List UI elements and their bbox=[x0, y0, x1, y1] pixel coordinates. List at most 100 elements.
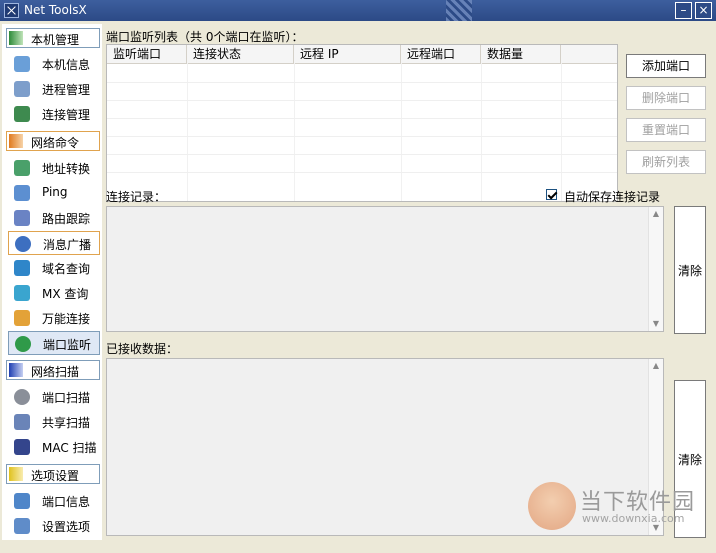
watermark: 当下软件园 www.downxia.com bbox=[528, 482, 698, 532]
app-icon bbox=[4, 3, 19, 18]
sidebar-item-label: 连接管理 bbox=[42, 108, 91, 122]
sidebar-item-mac-scan[interactable]: MAC 扫描 bbox=[8, 435, 100, 459]
reset-port-button[interactable]: 重置端口 bbox=[626, 118, 706, 142]
port-listener-panel: 端口监听列表（共 0个端口在监听）： 监听端口 连接状态 远程 IP 远程端口 … bbox=[104, 24, 714, 540]
add-port-button[interactable]: 添加端口 bbox=[626, 54, 706, 78]
table-header: 监听端口 连接状态 远程 IP 远程端口 数据量 bbox=[107, 45, 617, 64]
section-label: 选项设置 bbox=[31, 469, 80, 483]
connection-log-textarea[interactable]: ▲ ▼ bbox=[106, 206, 664, 332]
sidebar-item-share-scan[interactable]: 共享扫描 bbox=[8, 410, 100, 434]
listen-icon bbox=[15, 336, 31, 352]
section-bar bbox=[9, 467, 23, 481]
sidebar-item-label: 地址转换 bbox=[42, 162, 91, 176]
sidebar-item-settings[interactable]: 设置选项 bbox=[8, 514, 100, 538]
broadcast-icon bbox=[15, 236, 31, 252]
sidebar-item-label: 端口监听 bbox=[43, 338, 92, 352]
watermark-url: www.downxia.com bbox=[582, 512, 685, 525]
sidebar-item-label: 本机信息 bbox=[42, 58, 91, 72]
sidebar-item-connect[interactable]: 万能连接 bbox=[8, 306, 100, 330]
section-label: 本机管理 bbox=[31, 33, 80, 47]
sidebar-item-connections[interactable]: 连接管理 bbox=[8, 102, 100, 126]
sidebar-item-mx[interactable]: MX 查询 bbox=[8, 281, 100, 305]
sidebar-item-route[interactable]: 路由跟踪 bbox=[8, 206, 100, 230]
share-icon bbox=[14, 414, 30, 430]
sidebar-item-process[interactable]: 进程管理 bbox=[8, 77, 100, 101]
column-divider bbox=[294, 63, 295, 201]
sidebar-item-label: 消息广播 bbox=[43, 238, 92, 252]
section-network-commands[interactable]: 网络命令 bbox=[6, 131, 100, 151]
title-bar: Net ToolsX – × bbox=[0, 0, 716, 21]
sidebar-item-label: 端口扫描 bbox=[42, 391, 91, 405]
section-label: 网络命令 bbox=[31, 136, 80, 150]
grid-line bbox=[107, 82, 617, 83]
received-data-label: 已接收数据： bbox=[106, 342, 179, 356]
sidebar-item-label: 设置选项 bbox=[42, 520, 91, 534]
sidebar-item-label: 进程管理 bbox=[42, 83, 91, 97]
section-network-scan[interactable]: 网络扫描 bbox=[6, 360, 100, 380]
window-title: Net ToolsX bbox=[24, 3, 87, 17]
scroll-up-icon[interactable]: ▲ bbox=[652, 210, 660, 218]
sidebar-item-port-scan[interactable]: 端口扫描 bbox=[8, 385, 100, 409]
clear-connections-button[interactable]: 清除 bbox=[674, 206, 706, 334]
sidebar-item-label: 路由跟踪 bbox=[42, 212, 91, 226]
section-options[interactable]: 选项设置 bbox=[6, 464, 100, 484]
scrollbar[interactable]: ▲ ▼ bbox=[648, 207, 663, 331]
sidebar-item-label: MAC 扫描 bbox=[42, 441, 97, 455]
key-icon bbox=[14, 310, 30, 326]
close-button[interactable]: × bbox=[695, 2, 712, 19]
sidebar-item-ping[interactable]: Ping bbox=[8, 181, 100, 205]
scroll-down-icon[interactable]: ▼ bbox=[652, 320, 660, 328]
watermark-logo-icon bbox=[528, 482, 576, 530]
connection-log-label: 连接记录： bbox=[106, 190, 167, 204]
column-header[interactable]: 连接状态 bbox=[187, 45, 294, 63]
grid-line bbox=[107, 172, 617, 173]
column-divider bbox=[401, 63, 402, 201]
column-header[interactable]: 监听端口 bbox=[107, 45, 187, 63]
listener-title: 端口监听列表（共 0个端口在监听）： bbox=[106, 30, 304, 44]
listener-table[interactable]: 监听端口 连接状态 远程 IP 远程端口 数据量 bbox=[106, 44, 618, 202]
sidebar: 本机管理 本机信息 进程管理 连接管理 网络命令 地址转换 Ping 路由跟踪 … bbox=[2, 24, 102, 540]
connection-icon bbox=[14, 106, 30, 122]
autosave-label: 自动保存连接记录 bbox=[564, 190, 661, 204]
sidebar-item-label: 域名查询 bbox=[42, 262, 91, 276]
mac-icon bbox=[14, 439, 30, 455]
column-header[interactable]: 数据量 bbox=[481, 45, 561, 63]
portinfo-icon bbox=[14, 493, 30, 509]
sidebar-item-label: 共享扫描 bbox=[42, 416, 91, 430]
grid-line bbox=[107, 100, 617, 101]
minimize-button[interactable]: – bbox=[675, 2, 692, 19]
ping-icon bbox=[14, 185, 30, 201]
settings-icon bbox=[14, 518, 30, 534]
grid-line bbox=[107, 154, 617, 155]
domain-icon bbox=[14, 260, 30, 276]
sidebar-item-port-info[interactable]: 端口信息 bbox=[8, 489, 100, 513]
section-label: 网络扫描 bbox=[31, 365, 80, 379]
section-bar bbox=[9, 363, 23, 377]
address-icon bbox=[14, 160, 30, 176]
column-divider bbox=[187, 63, 188, 201]
column-divider bbox=[481, 63, 482, 201]
route-icon bbox=[14, 210, 30, 226]
sidebar-item-domain[interactable]: 域名查询 bbox=[8, 256, 100, 280]
sidebar-item-label: 万能连接 bbox=[42, 312, 91, 326]
sidebar-item-broadcast[interactable]: 消息广播 bbox=[8, 231, 100, 255]
section-local[interactable]: 本机管理 bbox=[6, 28, 100, 48]
section-bar bbox=[9, 31, 23, 45]
refresh-list-button[interactable]: 刷新列表 bbox=[626, 150, 706, 174]
sidebar-item-info[interactable]: 本机信息 bbox=[8, 52, 100, 76]
column-header[interactable]: 远程 IP bbox=[294, 45, 401, 63]
column-header[interactable]: 远程端口 bbox=[401, 45, 481, 63]
sidebar-item-label: MX 查询 bbox=[42, 287, 89, 301]
grid-line bbox=[107, 136, 617, 137]
scan-icon bbox=[14, 389, 30, 405]
sidebar-item-address[interactable]: 地址转换 bbox=[8, 156, 100, 180]
sidebar-item-listen[interactable]: 端口监听 bbox=[8, 331, 100, 355]
title-pattern bbox=[446, 0, 472, 21]
grid-line bbox=[107, 118, 617, 119]
remove-port-button[interactable]: 删除端口 bbox=[626, 86, 706, 110]
column-divider bbox=[561, 63, 562, 201]
sidebar-item-label: 端口信息 bbox=[42, 495, 91, 509]
info-icon bbox=[14, 56, 30, 72]
scroll-up-icon[interactable]: ▲ bbox=[652, 362, 660, 370]
autosave-checkbox[interactable] bbox=[546, 189, 557, 200]
